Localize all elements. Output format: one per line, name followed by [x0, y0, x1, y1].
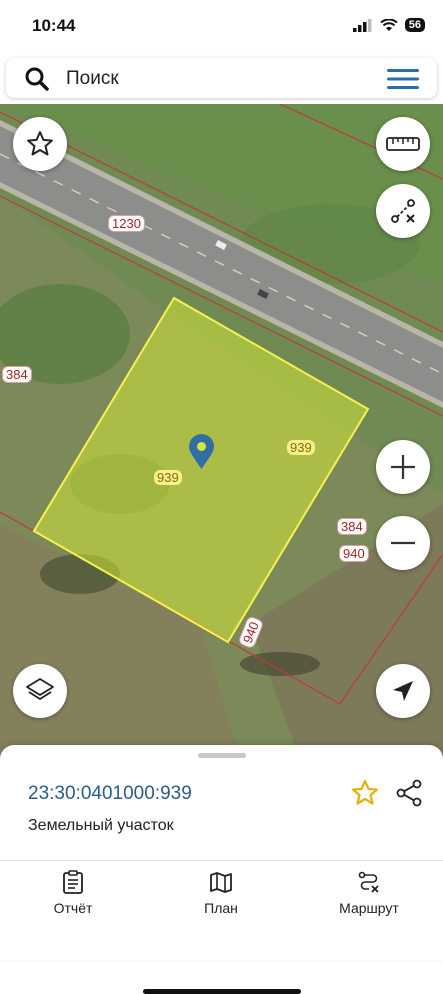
minus-icon — [391, 541, 415, 545]
home-indicator[interactable] — [143, 989, 301, 994]
search-bar[interactable]: Поиск — [6, 58, 437, 98]
search-icon[interactable] — [24, 66, 50, 92]
battery-indicator: 56 — [404, 18, 425, 32]
report-icon — [63, 870, 83, 894]
star-icon[interactable] — [350, 778, 380, 808]
favorite-map-button[interactable] — [13, 117, 67, 171]
sheet-drag-handle[interactable] — [198, 753, 246, 758]
map-plan-icon — [210, 872, 232, 893]
clock: 10:44 — [32, 16, 76, 35]
menu-icon[interactable] — [387, 68, 419, 90]
parcel-label: 1230 — [108, 215, 145, 232]
share-icon[interactable] — [394, 778, 424, 808]
parcel-label: 939 — [154, 470, 182, 485]
status-icons: 56 — [352, 18, 425, 32]
tab-plan[interactable]: План — [161, 870, 281, 916]
ruler-button[interactable] — [376, 117, 430, 171]
route-edit-icon — [391, 199, 415, 223]
tab-label: Отчёт — [53, 900, 93, 916]
zoom-out-button[interactable] — [376, 516, 430, 570]
star-icon — [27, 131, 53, 156]
parcel-label: 939 — [287, 440, 315, 455]
navigation-arrow-icon — [393, 681, 413, 701]
location-pin-icon[interactable] — [188, 434, 215, 470]
parcel-type: Земельный участок — [28, 817, 174, 834]
parcel-info-sheet[interactable]: 23:30:0401000:939 Земельный участок Отчё… — [0, 745, 443, 994]
search-input[interactable]: Поиск — [66, 68, 119, 90]
parcel-label: 940 — [339, 545, 369, 562]
layers-button[interactable] — [13, 664, 67, 718]
signal-icon — [352, 18, 372, 32]
route-edit-button[interactable] — [376, 184, 430, 238]
tab-label: План — [204, 900, 238, 916]
sheet-divider — [0, 860, 443, 861]
zoom-in-button[interactable] — [376, 440, 430, 494]
wifi-icon — [380, 18, 398, 31]
map-view[interactable]: 1230 384 939 939 384 940 940 — [0, 104, 443, 759]
layers-icon — [26, 678, 54, 700]
my-location-button[interactable] — [376, 664, 430, 718]
tab-report[interactable]: Отчёт — [13, 870, 133, 916]
plus-icon — [391, 455, 415, 479]
ruler-icon — [386, 137, 420, 151]
parcel-label: 384 — [337, 518, 367, 535]
parcel-label: 384 — [2, 366, 32, 383]
tab-route[interactable]: Маршрут — [309, 870, 429, 916]
route-icon — [358, 871, 379, 893]
status-bar: 10:44 56 — [0, 0, 443, 56]
cadastral-number[interactable]: 23:30:0401000:939 — [28, 783, 192, 805]
tab-label: Маршрут — [339, 900, 399, 916]
